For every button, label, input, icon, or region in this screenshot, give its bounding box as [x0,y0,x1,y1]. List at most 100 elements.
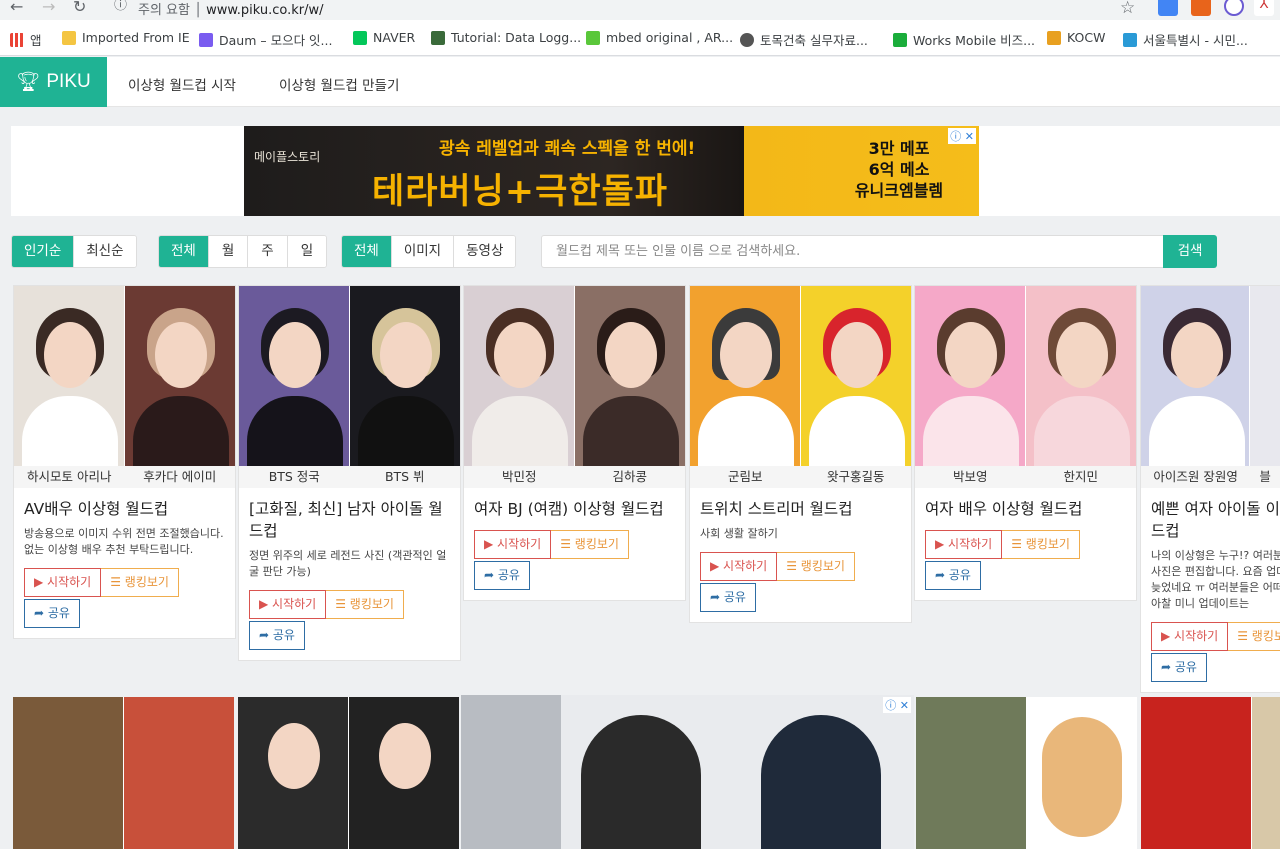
ranking-button[interactable]: ☰ 랭킹보기 [1228,622,1280,651]
ranking-label: 랭킹보기 [1251,629,1280,643]
share-button[interactable]: ➦ 공유 [24,599,80,628]
period-month[interactable]: 월 [208,236,249,267]
ad-close-icon[interactable]: ⓘ ✕ [883,697,911,713]
start-label: 시작하기 [948,537,993,551]
candidate-photo[interactable] [14,286,124,466]
candidate-photo[interactable] [464,286,574,466]
ranking-button[interactable]: ☰ 랭킹보기 [1002,530,1080,559]
worldcup-card-actors[interactable] [238,697,459,849]
list-icon: ☰ [1237,629,1252,643]
ad-illustration [461,695,561,849]
ranking-button[interactable]: ☰ 랭킹보기 [551,530,629,559]
search-input[interactable]: 월드컵 제목 또는 인물 이름 으로 검색하세요. [541,235,1164,268]
worldcup-card: 아이즈원 장원영 블 예쁜 여자 아이돌 이상형 월드컵 나의 이상형은 누구!?… [1140,285,1280,693]
media-all[interactable]: 전체 [342,236,392,267]
forward-arrow-icon[interactable]: → [42,0,55,15]
candidate-photo [349,697,459,849]
candidate-photo[interactable] [125,286,235,466]
period-week[interactable]: 주 [248,236,288,267]
start-button[interactable]: ▶ 시작하기 [249,590,327,619]
bookmark-seoul[interactable]: 서울특별시 - 시민... [1123,30,1248,49]
card-title[interactable]: 여자 배우 이상형 월드컵 [915,488,1136,520]
card-title[interactable]: 여자 BJ (여캠) 이상형 월드컵 [464,488,685,520]
candidate-photo[interactable] [690,286,800,466]
nav-start-worldcup[interactable]: 이상형 월드컵 시작 [128,74,236,94]
share-button[interactable]: ➦ 공유 [1151,653,1207,682]
reload-icon[interactable]: ↻ [73,0,86,15]
share-label: 공유 [497,568,520,582]
extension-icon-2[interactable] [1224,0,1244,16]
worldcup-card: 하시모토 아리나 후카다 에이미 AV배우 이상형 월드컵 방송용으로 이미지 수… [13,285,236,639]
play-icon: ▶ [34,575,48,589]
info-icon[interactable]: ⓘ [114,0,127,13]
list-icon: ☰ [786,559,801,573]
start-button[interactable]: ▶ 시작하기 [700,552,778,581]
bookmark-label: KOCW [1067,30,1106,45]
card-title[interactable]: 예쁜 여자 아이돌 이상형 월드컵 [1141,488,1280,542]
candidate-photo[interactable] [575,286,685,466]
bookmark-imported[interactable]: Imported From IE [62,30,190,45]
card-title[interactable]: AV배우 이상형 월드컵 [14,488,235,520]
translate-extension-icon[interactable] [1158,0,1178,16]
card-title[interactable]: [고화질, 최신] 남자 아이돌 월드컵 [239,488,460,542]
worldcup-card-dogs[interactable] [916,697,1137,849]
seoul-icon [1123,32,1137,47]
period-day[interactable]: 일 [287,236,327,267]
bookmark-tutorial[interactable]: Tutorial: Data Logg... [431,30,581,45]
share-button[interactable]: ➦ 공유 [474,561,530,590]
share-button[interactable]: ➦ 공유 [700,583,756,612]
list-icon: ☰ [1011,537,1026,551]
ad-banner-2[interactable]: ⓘ ✕ [461,695,914,849]
bookmark-daum[interactable]: Daum – 모으다 잇... [199,30,332,49]
candidate-photo[interactable] [915,286,1025,466]
start-button[interactable]: ▶ 시작하기 [24,568,102,597]
bookmark-apps[interactable]: 앱 [10,30,42,49]
search-button[interactable]: 검색 [1163,235,1217,268]
share-button[interactable]: ➦ 공유 [925,561,981,590]
sort-popular[interactable]: 인기순 [12,236,75,267]
ranking-button[interactable]: ☰ 랭킹보기 [326,590,404,619]
start-button[interactable]: ▶ 시작하기 [925,530,1003,559]
extension-icon[interactable] [1191,0,1211,16]
candidate-name: 김하콩 [612,469,647,484]
url-text[interactable]: 주의 요함 │ www.piku.co.kr/w/ [138,0,324,18]
period-all[interactable]: 전체 [159,236,209,267]
candidate-photo[interactable] [350,286,460,466]
start-button[interactable]: ▶ 시작하기 [474,530,552,559]
bookmark-star-icon[interactable]: ☆ [1120,0,1135,18]
media-video[interactable]: 동영상 [454,236,516,267]
candidate-photo[interactable] [239,286,349,466]
start-button[interactable]: ▶ 시작하기 [1151,622,1229,651]
bookmark-naver[interactable]: NAVER [353,30,415,45]
share-button[interactable]: ➦ 공유 [249,621,305,650]
ranking-button[interactable]: ☰ 랭킹보기 [101,568,179,597]
candidate-photo[interactable] [1141,286,1250,466]
ad-illustration [761,715,881,849]
card-description: 방송용으로 이미지 수위 전면 조절했습니다. 없는 이상형 배우 추천 부탁드… [24,527,224,556]
candidate-name: 박민정 [501,469,537,484]
worldcup-card-food[interactable] [13,697,234,849]
nav-create-worldcup[interactable]: 이상형 월드컵 만들기 [279,74,399,94]
bookmark-kocw[interactable]: KOCW [1047,30,1105,45]
ad-close-icon[interactable]: ⓘ ✕ [948,128,976,144]
back-arrow-icon[interactable]: ← [10,0,23,15]
pdf-extension-icon[interactable]: ⅄ [1254,0,1274,16]
bookmark-mbed[interactable]: mbed original , AR... [586,30,733,45]
ad-banner[interactable]: 메이플스토리 광속 레벨업과 쾌속 스펙을 한 번에! 테라버닝+극한돌파 3만… [244,126,979,216]
brand-logo[interactable]: 🏆︎ PIKU [0,57,107,107]
candidate-photo [1141,697,1251,849]
bookmark-civil[interactable]: 토목건축 실무자료... [740,30,868,49]
candidate-photo[interactable] [1250,286,1280,466]
worldcup-card-noodles[interactable] [1141,697,1280,849]
candidate-name: 왓구홍길동 [826,469,885,484]
candidate-photo[interactable] [801,286,911,466]
card-title[interactable]: 트위치 스트리머 월드컵 [690,488,911,520]
candidate-photo[interactable] [1026,286,1136,466]
bookmark-works[interactable]: Works Mobile 비즈... [893,30,1035,49]
sort-latest[interactable]: 최신순 [74,236,136,267]
candidate-name: 박보영 [952,469,988,484]
bookmark-label: Works Mobile 비즈... [913,33,1036,48]
ranking-button[interactable]: ☰ 랭킹보기 [777,552,855,581]
share-label: 공유 [723,590,746,604]
media-image[interactable]: 이미지 [391,236,455,267]
